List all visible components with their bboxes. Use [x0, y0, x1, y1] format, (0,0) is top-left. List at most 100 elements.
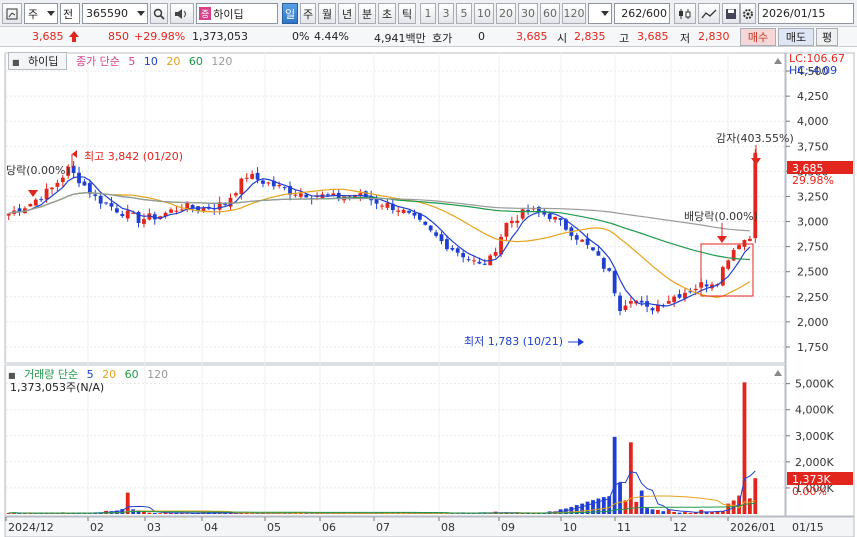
market-code-select[interactable]: 주 — [24, 3, 58, 24]
chart-tools-button[interactable] — [674, 3, 696, 24]
up-arrow-icon — [69, 31, 79, 42]
candle-body — [461, 253, 466, 258]
price-tick-label: 1,750 — [797, 341, 829, 354]
high-value: 3,685 — [637, 30, 669, 43]
interval-custom-select[interactable] — [588, 3, 612, 24]
interval-60[interactable]: 60 — [540, 3, 560, 24]
sell-button[interactable]: 매도 — [778, 28, 814, 46]
interval-30[interactable]: 30 — [518, 3, 538, 24]
candle-body — [477, 261, 482, 264]
date-tick-label: 11 — [617, 521, 631, 534]
candle-body — [482, 263, 487, 265]
candle-body — [493, 252, 498, 256]
buy-button[interactable]: 매수 — [740, 28, 776, 46]
gear-icon — [743, 8, 753, 19]
volume-bar — [650, 509, 655, 514]
candle-body — [574, 235, 579, 240]
volume-bar — [623, 500, 628, 514]
candle-body — [60, 177, 65, 182]
speaker-icon — [175, 8, 186, 19]
interval-120[interactable]: 120 — [562, 3, 586, 24]
price-tick-label: 2,250 — [797, 291, 829, 304]
date-tick-label: 02 — [90, 521, 104, 534]
data-count-field[interactable]: 262/600 — [614, 3, 670, 24]
trade-amount: 4,941백만 — [374, 32, 426, 45]
date-tick-label: 06 — [322, 521, 336, 534]
period-tab-month[interactable]: 월 — [318, 3, 336, 24]
candle-body — [726, 260, 731, 269]
dividend-label: 배당락(0.00%) — [684, 210, 758, 223]
market-code-value: 주 — [28, 7, 39, 21]
evaluation-button[interactable]: 평 — [816, 28, 838, 46]
legend-ma120: 120 — [211, 55, 233, 68]
window-menu-button[interactable] — [2, 3, 22, 24]
sound-button[interactable] — [170, 3, 194, 24]
candle-body — [277, 185, 282, 187]
low-value: 2,830 — [698, 30, 730, 43]
candle-body — [255, 172, 260, 180]
candle-body — [677, 294, 682, 298]
volume-bar — [125, 492, 130, 514]
search-button[interactable] — [150, 3, 168, 24]
stock-code-input[interactable]: 365590 — [82, 3, 148, 24]
interval-5[interactable]: 5 — [456, 3, 472, 24]
settings-button[interactable] — [740, 3, 756, 24]
candle-body — [455, 248, 460, 253]
candle-body — [407, 210, 411, 213]
period-tab-tick[interactable]: 틱 — [398, 3, 416, 24]
candle-body — [374, 199, 379, 204]
date-tick-label: 03 — [147, 521, 161, 534]
market-type-select[interactable]: 전 — [60, 3, 80, 24]
period-tab-year[interactable]: 년 — [338, 3, 356, 24]
period-tab-day[interactable]: 일 — [282, 3, 298, 24]
candle-body — [509, 220, 514, 224]
volume-tick-label: 3,000K — [795, 430, 834, 443]
price-tick-label: 2,000 — [797, 316, 829, 329]
drawing-tools-button[interactable] — [698, 3, 720, 24]
candle-body — [650, 308, 655, 311]
candle-body — [639, 300, 644, 303]
candle-body — [445, 239, 449, 250]
candle-body — [628, 301, 633, 304]
price-legend-title: 종가 단순 — [75, 55, 120, 68]
legend-ma20: 20 — [166, 55, 181, 68]
candles-icon — [679, 8, 691, 19]
candle-body — [720, 267, 725, 286]
interval-1[interactable]: 1 — [420, 3, 436, 24]
volume-tick-label: 4,000K — [795, 404, 834, 417]
candle-body — [87, 183, 92, 194]
interval-10[interactable]: 10 — [474, 3, 494, 24]
interval-3[interactable]: 3 — [438, 3, 454, 24]
period-tab-minute[interactable]: 분 — [358, 3, 376, 24]
period-tab-second[interactable]: 초 — [378, 3, 396, 24]
main-toolbar: 주 전 365590 증 하이딥 일 주 월 년 분 초 틱 1 3 5 10 … — [0, 0, 857, 27]
current-price: 3,685 — [32, 30, 64, 43]
candle-body — [428, 225, 433, 231]
candle-body — [439, 234, 444, 242]
candle-body — [515, 220, 520, 223]
candle-body — [293, 194, 298, 196]
save-button[interactable] — [722, 3, 740, 24]
ratio-value: 4.44% — [314, 30, 349, 43]
volume-bar — [147, 512, 152, 514]
data-count-max: /600 — [642, 7, 667, 20]
period-tab-week[interactable]: 주 — [300, 3, 316, 24]
date-picker[interactable]: 2026/01/15 — [758, 3, 854, 24]
candle-body — [50, 187, 54, 190]
chart-canvas[interactable]: 1,7502,0002,2502,5002,7503,0003,2503,500… — [0, 48, 857, 537]
candle-body — [742, 240, 747, 247]
candle-body — [396, 210, 401, 212]
stock-name-field[interactable]: 증 하이딥 — [196, 3, 278, 24]
bid-value: 0 — [478, 30, 485, 43]
price-panel-name[interactable]: ■ 하이딥 — [8, 52, 68, 70]
price-tick-label: 3,000 — [797, 216, 829, 229]
price-tick-label: 2,750 — [797, 241, 829, 254]
volume-bar — [152, 512, 157, 514]
candle-body — [120, 213, 125, 217]
candle-body — [125, 210, 130, 219]
candle-body — [623, 305, 628, 311]
candle-body — [472, 260, 476, 262]
date-tick-label: 08 — [441, 521, 455, 534]
interval-20[interactable]: 20 — [496, 3, 516, 24]
volume-bar — [612, 436, 617, 514]
